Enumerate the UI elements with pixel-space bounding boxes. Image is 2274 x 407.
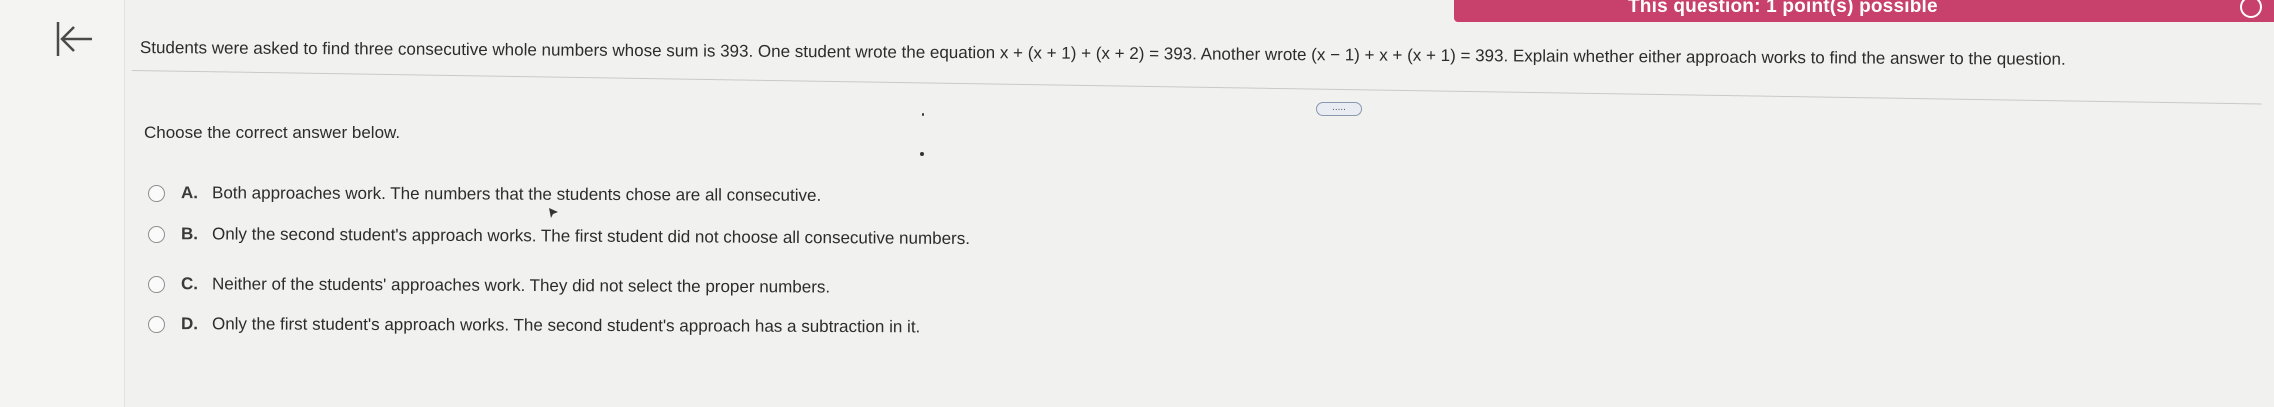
divider [131,70,2262,105]
radio-button[interactable] [147,275,166,293]
option-text: Neither of the students' approaches work… [211,274,831,297]
option-text: Only the first student's approach works.… [211,314,921,337]
stray-dot [920,152,924,156]
points-possible-text: This question: 1 point(s) possible [1628,0,1938,17]
option-text: Only the second student's approach works… [211,224,971,249]
option-letter: C. [180,274,199,294]
answer-option-c[interactable]: C. Neither of the students' approaches w… [147,272,831,300]
radio-button[interactable] [147,315,166,333]
radio-button[interactable] [147,184,166,202]
collapse-left-arrow-icon [56,22,92,56]
question-text: Students were asked to find three consec… [139,38,2066,69]
option-text: Both approaches work. The numbers that t… [211,183,822,205]
option-letter: A. [180,183,199,203]
option-letter: D. [180,314,199,334]
answer-option-a[interactable]: A. Both approaches work. The numbers tha… [147,181,822,208]
expand-more-button[interactable]: ..... [1316,102,1362,116]
answer-option-d[interactable]: D. Only the first student's approach wor… [147,312,921,339]
stray-dot [922,113,924,116]
answer-option-b[interactable]: B. Only the second student's approach wo… [147,222,971,251]
back-button[interactable] [52,18,100,62]
radio-button[interactable] [147,225,166,243]
option-letter: B. [180,224,199,244]
mouse-cursor-icon [549,208,558,218]
answer-prompt: Choose the correct answer below. [144,123,401,142]
